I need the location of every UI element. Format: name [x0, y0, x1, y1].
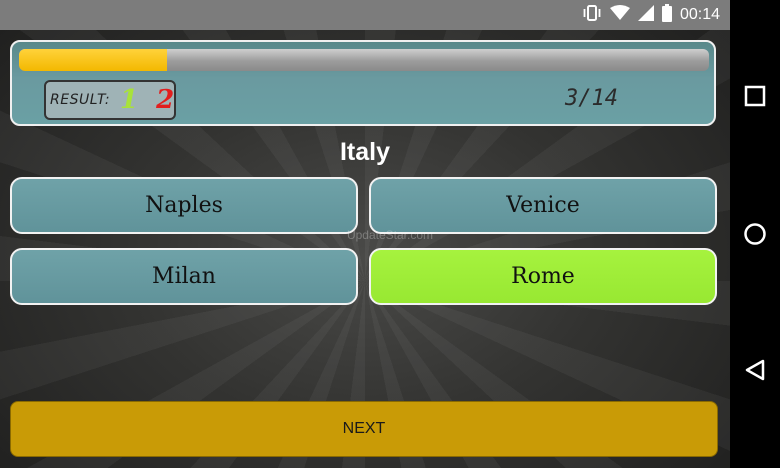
result-box: RESULT: 1 2: [44, 80, 176, 120]
back-icon[interactable]: [730, 350, 780, 390]
answer-button-2[interactable]: Venice: [369, 177, 717, 234]
next-label: NEXT: [342, 420, 386, 437]
answer-button-1[interactable]: Naples: [10, 177, 358, 234]
question-title: Italy: [339, 138, 391, 166]
battery-icon: [661, 4, 672, 26]
score-correct: 1: [120, 85, 139, 115]
progress-fill: [19, 49, 167, 71]
score-panel: RESULT: 1 2 3/14: [10, 40, 716, 126]
answer-label: Venice: [506, 193, 580, 218]
status-bar: 00:14: [0, 0, 730, 30]
result-label: RESULT:: [50, 92, 111, 108]
status-time: 00:14: [679, 6, 720, 23]
quiz-screen: 00:14 RESULT: 1 2 3/14 Italy Naples Veni…: [0, 0, 730, 468]
home-icon[interactable]: [730, 214, 780, 254]
answer-button-3[interactable]: Milan: [10, 248, 358, 305]
question-counter: 3/14: [565, 86, 618, 111]
signal-icon: [637, 5, 654, 25]
next-button[interactable]: NEXT: [10, 401, 718, 457]
answer-label: Rome: [511, 264, 575, 289]
answer-label: Milan: [152, 264, 216, 289]
wifi-icon: [609, 5, 630, 25]
answer-label: Naples: [145, 193, 223, 218]
recent-apps-icon[interactable]: [730, 76, 780, 116]
answer-button-4[interactable]: Rome: [369, 248, 717, 305]
navigation-bar: [730, 0, 780, 468]
vibrate-icon: [582, 4, 602, 26]
score-wrong: 2: [156, 85, 175, 115]
watermark: UpdateStar.com: [346, 228, 434, 242]
progress-bar: [19, 49, 709, 71]
